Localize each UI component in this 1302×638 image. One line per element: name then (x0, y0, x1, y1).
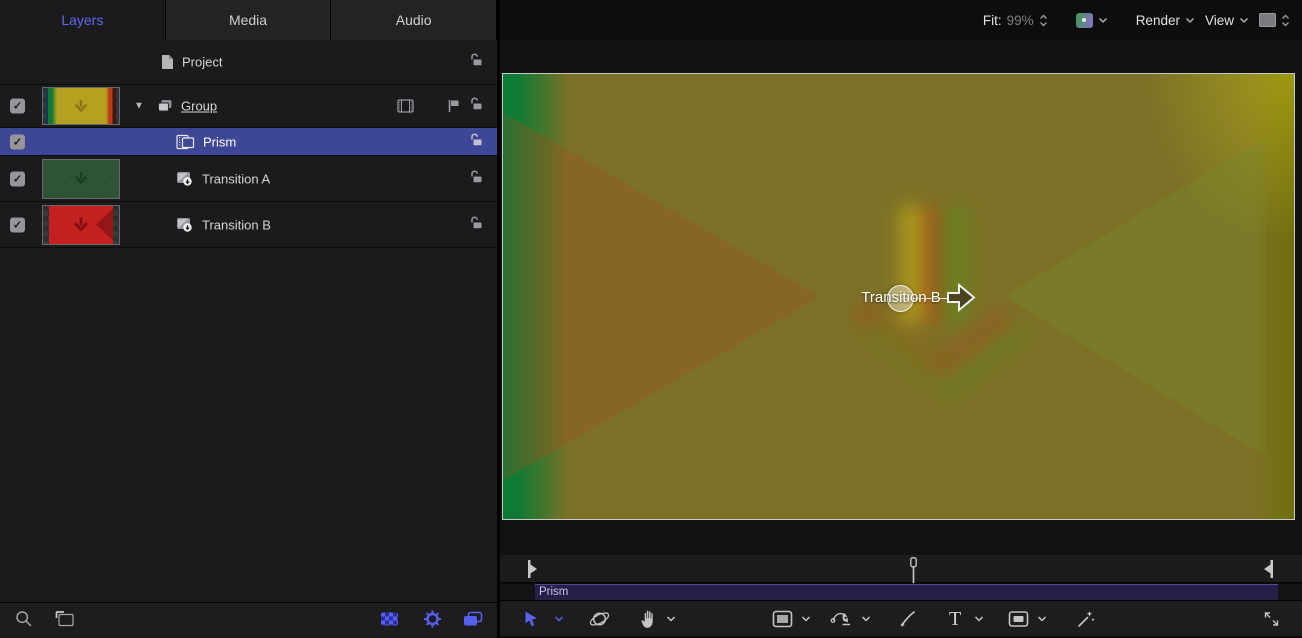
transform-3d-tool-icon[interactable] (588, 608, 611, 629)
unlock-icon[interactable] (469, 53, 483, 72)
shape-tool-chevron-icon[interactable] (801, 615, 811, 622)
panel-tabbar: Layers Media Audio (0, 0, 497, 40)
transition-b-checkbox[interactable]: ✓ (10, 217, 25, 232)
paint-stroke-tool-icon[interactable] (898, 609, 917, 628)
unlock-icon[interactable] (469, 132, 483, 151)
shape-tool-icon[interactable] (772, 610, 793, 628)
row-group[interactable]: ✓ ▼ Group (0, 85, 497, 128)
layers-panel: Layers Media Audio Project ✓ ▼ (0, 0, 497, 638)
mask-tool-icon[interactable] (1008, 610, 1029, 627)
tab-audio[interactable]: Audio (331, 0, 497, 40)
select-tool-chevron-icon[interactable] (554, 615, 564, 622)
document-icon (160, 54, 174, 70)
transition-b-thumbnail[interactable] (42, 205, 120, 245)
film-icon[interactable] (397, 99, 414, 114)
canvas-right-wedge (1005, 136, 1266, 456)
color-channel-control[interactable] (1076, 13, 1108, 28)
tab-media[interactable]: Media (166, 0, 332, 40)
playhead[interactable] (908, 557, 919, 583)
group-thumbnail[interactable] (42, 87, 120, 125)
layers-panel-footer (0, 602, 497, 635)
row-prism-label: Prism (203, 134, 236, 149)
chevron-down-icon (1185, 17, 1195, 24)
bezier-pen-tool-icon[interactable] (830, 609, 855, 628)
transform-arrow-handle[interactable] (946, 281, 977, 314)
flag-icon[interactable] (447, 99, 460, 113)
row-transition-b-label: Transition B (202, 217, 271, 232)
canvas-viewport: Transition B (500, 40, 1302, 555)
adjust-behavior-wand-icon[interactable] (1076, 609, 1096, 628)
render-label: Render (1136, 13, 1180, 28)
expand-timeline-icon[interactable] (1262, 609, 1281, 628)
group-checkbox[interactable]: ✓ (10, 99, 25, 114)
zoom-value: 99% (1007, 13, 1034, 28)
transition-a-thumbnail[interactable] (42, 159, 120, 199)
fit-label: Fit: (983, 13, 1002, 28)
unlock-icon[interactable] (469, 97, 483, 116)
row-project[interactable]: Project (0, 40, 497, 85)
timeline-track-row: Prism (500, 584, 1302, 600)
select-tool-icon[interactable] (524, 610, 539, 627)
transition-icon (176, 171, 194, 187)
display-option-control[interactable] (1259, 13, 1290, 27)
group-icon (157, 99, 173, 114)
row-group-label: Group (181, 99, 217, 114)
transition-a-checkbox[interactable]: ✓ (10, 171, 25, 186)
chevron-down-icon (1239, 17, 1249, 24)
unlock-icon[interactable] (469, 169, 483, 188)
view-status-toolbar: Fit: 99% Render View (500, 0, 1302, 40)
row-transition-a-label: Transition A (202, 171, 270, 186)
track-label: Prism (539, 586, 568, 598)
transition-icon (176, 217, 194, 233)
stepper-icon[interactable] (1039, 14, 1048, 27)
text-tool-icon[interactable]: T (949, 609, 961, 629)
mini-timeline[interactable] (500, 555, 1302, 583)
gray-swatch-icon (1259, 13, 1276, 27)
row-transition-b[interactable]: ✓ Transition B (0, 202, 497, 248)
render-menu[interactable]: Render (1136, 13, 1195, 28)
mask-tool-chevron-icon[interactable] (1037, 615, 1047, 622)
prism-track-bar[interactable]: Prism (535, 584, 1278, 600)
canvas-region: Fit: 99% Render View (500, 0, 1302, 638)
zoom-control[interactable]: Fit: 99% (983, 13, 1048, 28)
transparency-checker-icon[interactable] (381, 613, 398, 626)
pan-hand-tool-icon[interactable] (640, 609, 659, 628)
layers-overlay-icon[interactable] (463, 611, 483, 627)
row-project-label: Project (182, 55, 222, 70)
prism-checkbox[interactable]: ✓ (10, 134, 25, 149)
gear-icon[interactable] (423, 610, 442, 629)
canvas-left-wedge (503, 101, 819, 493)
unlock-icon[interactable] (469, 215, 483, 234)
search-icon[interactable] (15, 610, 33, 628)
row-prism[interactable]: ✓ Prism (0, 128, 497, 156)
tab-media-label: Media (229, 12, 267, 28)
pen-tool-chevron-icon[interactable] (861, 615, 871, 622)
in-point-marker[interactable] (528, 560, 538, 578)
out-point-marker[interactable] (1263, 560, 1273, 578)
row-transition-a[interactable]: ✓ Transition A (0, 156, 497, 202)
chevron-down-icon (1098, 17, 1108, 24)
view-label: View (1205, 13, 1234, 28)
disclosure-triangle-icon[interactable]: ▼ (134, 101, 144, 112)
canvas-toolbar: T (500, 600, 1302, 636)
fit-frame-icon[interactable] (55, 611, 75, 628)
tab-layers[interactable]: Layers (0, 0, 166, 40)
stepper-icon (1281, 14, 1290, 27)
layers-list: Project ✓ ▼ Group (0, 40, 497, 248)
text-tool-chevron-icon[interactable] (974, 615, 984, 622)
color-swatch-icon (1076, 13, 1093, 28)
tab-audio-label: Audio (396, 12, 432, 28)
pan-tool-chevron-icon[interactable] (666, 615, 676, 622)
view-menu[interactable]: View (1205, 13, 1249, 28)
tab-layers-label: Layers (61, 12, 103, 28)
generator-filmstrip-icon (176, 133, 195, 150)
canvas[interactable]: Transition B (502, 73, 1295, 520)
